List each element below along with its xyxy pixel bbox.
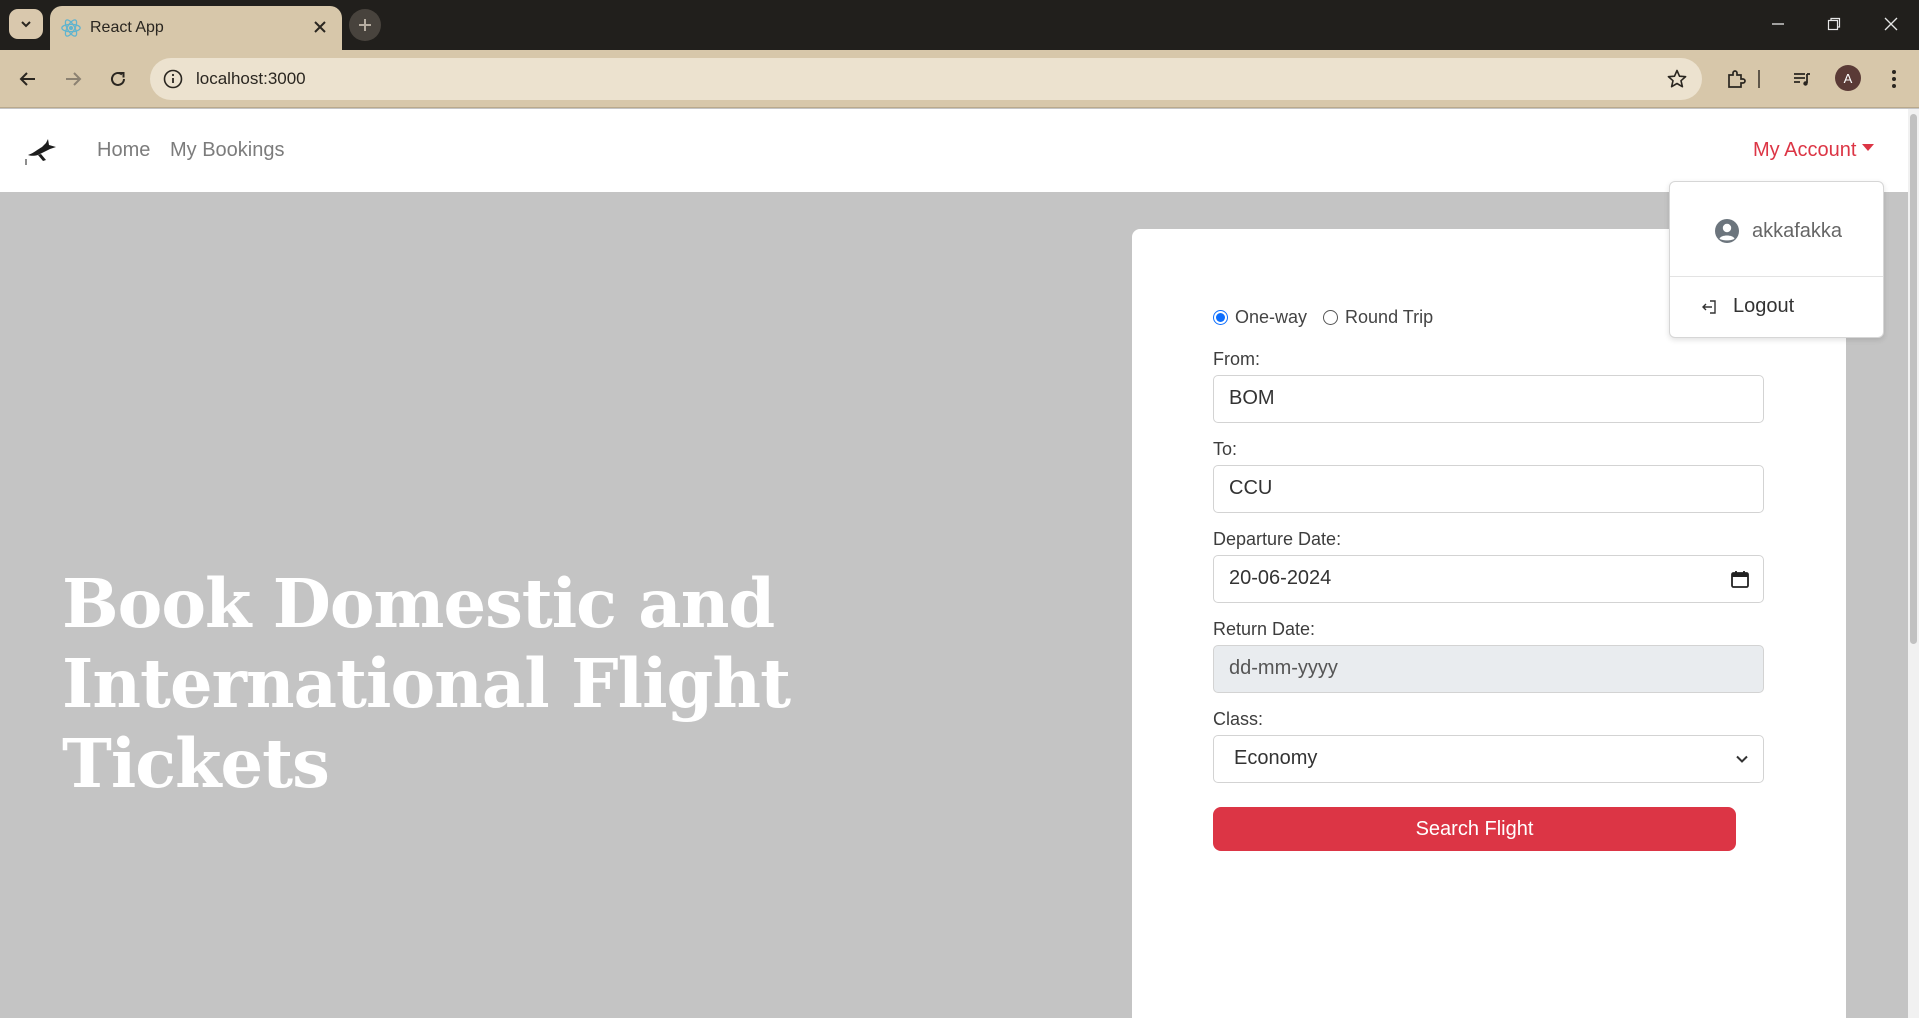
my-account-dropdown-toggle[interactable]: My Account: [1753, 139, 1875, 162]
dropdown-user-item[interactable]: akkafakka: [1714, 218, 1842, 244]
class-select[interactable]: Economy: [1213, 735, 1764, 783]
browser-toolbar: localhost:3000: [0, 50, 1919, 108]
browser-tab-active[interactable]: React App: [50, 6, 342, 50]
from-label: From:: [1213, 349, 1260, 369]
restore-button[interactable]: [1820, 12, 1848, 36]
back-button[interactable]: [13, 64, 43, 94]
account-dropdown-menu: akkafakka Logout: [1669, 181, 1884, 338]
minimize-button[interactable]: [1764, 12, 1792, 36]
react-logo-icon: [61, 19, 81, 37]
minimize-icon: [1772, 23, 1784, 25]
return-date-placeholder: dd-mm-yyyy: [1229, 657, 1338, 679]
round-trip-label[interactable]: Round Trip: [1345, 307, 1433, 328]
more-vertical-icon: [1892, 70, 1896, 88]
close-icon: [1884, 17, 1898, 31]
toolbar-divider: [1754, 65, 1764, 93]
departure-date-value: 20-06-2024: [1229, 567, 1332, 589]
class-selected-value: Economy: [1234, 747, 1318, 769]
dropdown-divider: [1670, 276, 1883, 277]
bookmark-star-icon[interactable]: [1666, 68, 1688, 90]
my-account-label: My Account: [1753, 139, 1857, 161]
search-flight-button[interactable]: Search Flight: [1213, 807, 1736, 851]
profile-avatar[interactable]: A: [1835, 65, 1861, 91]
scrollbar-thumb[interactable]: [1910, 114, 1917, 644]
from-value: BOM: [1229, 387, 1275, 409]
window-close-button[interactable]: [1877, 12, 1905, 36]
logout-menu-item[interactable]: Logout: [1700, 295, 1794, 318]
forward-button[interactable]: [58, 64, 88, 94]
address-bar[interactable]: localhost:3000: [150, 58, 1702, 100]
hero-line-1: Book Domestic and: [62, 564, 775, 643]
bird-logo-icon[interactable]: [24, 135, 62, 169]
tab-close-button[interactable]: [310, 17, 330, 37]
departure-date-input[interactable]: 20-06-2024: [1213, 555, 1764, 603]
departure-date-label: Departure Date:: [1213, 529, 1342, 549]
flight-search-card: One-way Round Trip From: BOM To: CCU Dep…: [1132, 229, 1846, 1018]
arrow-left-icon: [19, 72, 35, 86]
return-date-input: dd-mm-yyyy: [1213, 645, 1764, 693]
trip-type-group: One-way Round Trip: [1213, 307, 1449, 328]
tab-search-button[interactable]: [9, 9, 43, 39]
page-viewport: Book Domestic and International Flight T…: [0, 109, 1919, 1018]
dropdown-username: akkafakka: [1752, 219, 1843, 242]
reload-button[interactable]: [103, 64, 133, 94]
restore-icon: [1827, 17, 1841, 31]
logout-icon: [1702, 299, 1716, 314]
url-text: localhost:3000: [196, 69, 306, 88]
calendar-icon[interactable]: [1730, 569, 1750, 589]
from-input[interactable]: BOM: [1213, 375, 1764, 423]
extensions-button[interactable]: [1722, 65, 1750, 93]
new-tab-button[interactable]: [349, 9, 381, 41]
return-date-label: Return Date:: [1213, 619, 1316, 639]
puzzle-icon: [1728, 70, 1746, 88]
to-input[interactable]: CCU: [1213, 465, 1764, 513]
round-trip-radio[interactable]: [1323, 310, 1339, 325]
caret-down-icon: [1862, 144, 1875, 151]
logout-label: Logout: [1733, 295, 1795, 317]
hero-heading: Book Domestic and International Flight T…: [62, 564, 1062, 804]
nav-link-my-bookings[interactable]: My Bookings: [170, 139, 285, 162]
arrow-right-icon: [66, 72, 82, 86]
class-label: Class:: [1213, 709, 1264, 729]
reload-icon: [111, 71, 125, 86]
browser-tab-bar: React App: [0, 0, 1919, 50]
media-control-button[interactable]: [1788, 65, 1816, 93]
info-icon: [163, 69, 183, 89]
one-way-label[interactable]: One-way: [1235, 307, 1307, 328]
to-value: CCU: [1229, 477, 1273, 499]
playlist-icon: [1794, 73, 1810, 86]
site-navbar: Home My Bookings My Account: [0, 109, 1908, 192]
tab-title: React App: [90, 19, 164, 36]
plus-icon: [359, 19, 371, 31]
chevron-down-icon: [1736, 755, 1748, 763]
page-scrollbar[interactable]: [1908, 109, 1919, 1018]
chevron-down-icon: [21, 21, 31, 28]
close-icon: [314, 21, 326, 33]
browser-menu-button[interactable]: [1880, 65, 1908, 93]
hero-line-2: International Flight Tickets: [62, 644, 791, 803]
nav-link-home[interactable]: Home: [97, 139, 150, 162]
user-circle-icon: [1715, 219, 1739, 243]
to-label: To:: [1213, 439, 1238, 459]
one-way-radio[interactable]: [1213, 310, 1228, 325]
